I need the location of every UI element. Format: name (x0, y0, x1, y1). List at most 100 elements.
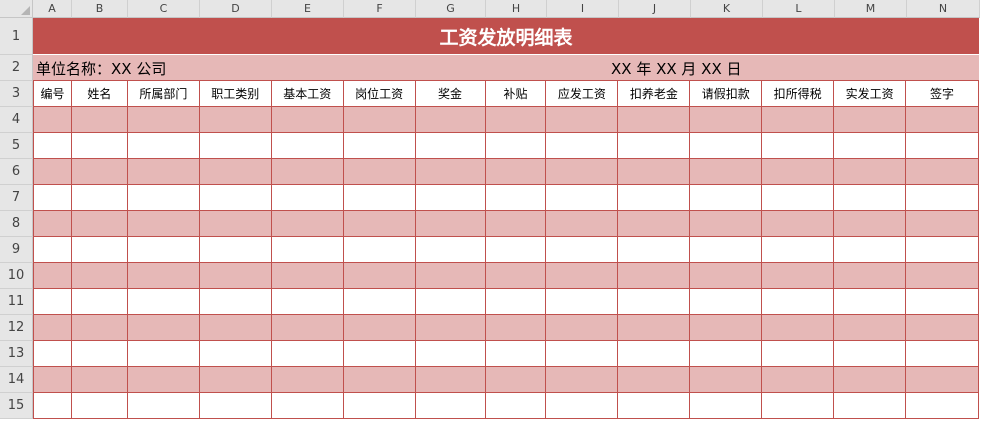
table-cell[interactable] (618, 237, 691, 262)
table-cell[interactable] (416, 107, 486, 132)
header-cell[interactable]: 请假扣款 (690, 81, 763, 106)
table-cell[interactable] (762, 393, 835, 418)
table-cell[interactable] (906, 133, 979, 158)
table-cell[interactable] (906, 289, 979, 314)
table-cell[interactable] (272, 315, 344, 340)
table-cell[interactable] (690, 211, 763, 236)
table-cell[interactable] (344, 159, 416, 184)
header-cell[interactable]: 签字 (906, 81, 979, 106)
table-cell[interactable] (272, 263, 344, 288)
table-cell[interactable] (546, 289, 619, 314)
table-cell[interactable] (200, 133, 272, 158)
row-header-7[interactable]: 7 (0, 185, 33, 211)
table-cell[interactable] (72, 263, 128, 288)
table-cell[interactable] (128, 107, 200, 132)
table-cell[interactable] (546, 315, 619, 340)
table-cell[interactable] (906, 107, 979, 132)
table-cell[interactable] (546, 393, 619, 418)
table-cell[interactable] (618, 367, 691, 392)
table-cell[interactable] (128, 263, 200, 288)
table-cell[interactable] (618, 393, 691, 418)
column-header-A[interactable]: A (33, 0, 72, 18)
table-cell[interactable] (200, 185, 272, 210)
table-cell[interactable] (690, 315, 763, 340)
table-cell[interactable] (486, 367, 547, 392)
table-cell[interactable] (834, 367, 907, 392)
table-cell[interactable] (762, 237, 835, 262)
table-cell[interactable] (690, 341, 763, 366)
table-cell[interactable] (200, 263, 272, 288)
table-cell[interactable] (344, 133, 416, 158)
table-cell[interactable] (486, 211, 547, 236)
table-cell[interactable] (128, 289, 200, 314)
table-cell[interactable] (72, 159, 128, 184)
table-cell[interactable] (906, 185, 979, 210)
row-header-12[interactable]: 12 (0, 315, 33, 341)
table-cell[interactable] (546, 107, 619, 132)
table-cell[interactable] (546, 185, 619, 210)
header-cell[interactable]: 补贴 (486, 81, 547, 106)
table-cell[interactable] (344, 367, 416, 392)
table-cell[interactable] (834, 237, 907, 262)
table-cell[interactable] (486, 107, 547, 132)
table-cell[interactable] (546, 159, 619, 184)
table-cell[interactable] (33, 393, 72, 418)
table-cell[interactable] (486, 289, 547, 314)
table-cell[interactable] (272, 211, 344, 236)
table-cell[interactable] (200, 211, 272, 236)
table-cell[interactable] (128, 211, 200, 236)
table-cell[interactable] (762, 107, 835, 132)
table-cell[interactable] (690, 393, 763, 418)
table-cell[interactable] (33, 237, 72, 262)
table-cell[interactable] (33, 315, 72, 340)
table-cell[interactable] (834, 315, 907, 340)
table-cell[interactable] (344, 393, 416, 418)
row-header-14[interactable]: 14 (0, 367, 33, 393)
table-cell[interactable] (272, 107, 344, 132)
table-cell[interactable] (344, 341, 416, 366)
table-cell[interactable] (762, 211, 835, 236)
table-cell[interactable] (762, 289, 835, 314)
table-cell[interactable] (690, 133, 763, 158)
table-cell[interactable] (690, 289, 763, 314)
table-cell[interactable] (72, 315, 128, 340)
table-cell[interactable] (416, 341, 486, 366)
table-cell[interactable] (690, 107, 763, 132)
table-cell[interactable] (690, 367, 763, 392)
column-header-G[interactable]: G (416, 0, 486, 18)
table-cell[interactable] (128, 315, 200, 340)
table-cell[interactable] (416, 133, 486, 158)
table-cell[interactable] (486, 185, 547, 210)
table-cell[interactable] (200, 315, 272, 340)
table-cell[interactable] (834, 289, 907, 314)
table-cell[interactable] (344, 263, 416, 288)
info-row[interactable]: 单位名称：XX 公司 XX 年 XX 月 XX 日 (33, 55, 979, 81)
table-cell[interactable] (72, 133, 128, 158)
column-header-K[interactable]: K (691, 0, 763, 18)
header-cell[interactable]: 职工类别 (200, 81, 272, 106)
table-cell[interactable] (416, 211, 486, 236)
table-cell[interactable] (546, 341, 619, 366)
table-cell[interactable] (486, 237, 547, 262)
table-cell[interactable] (416, 393, 486, 418)
table-cell[interactable] (618, 211, 691, 236)
table-cell[interactable] (200, 393, 272, 418)
table-cell[interactable] (344, 289, 416, 314)
table-cell[interactable] (272, 237, 344, 262)
row-header-6[interactable]: 6 (0, 159, 33, 185)
table-cell[interactable] (906, 367, 979, 392)
column-header-B[interactable]: B (72, 0, 128, 18)
table-cell[interactable] (200, 289, 272, 314)
table-cell[interactable] (834, 263, 907, 288)
table-cell[interactable] (834, 341, 907, 366)
table-cell[interactable] (486, 393, 547, 418)
table-cell[interactable] (618, 159, 691, 184)
table-cell[interactable] (486, 159, 547, 184)
table-cell[interactable] (344, 237, 416, 262)
table-cell[interactable] (200, 107, 272, 132)
table-cell[interactable] (416, 289, 486, 314)
column-header-D[interactable]: D (200, 0, 272, 18)
table-cell[interactable] (33, 211, 72, 236)
row-header-9[interactable]: 9 (0, 237, 33, 263)
table-cell[interactable] (690, 159, 763, 184)
